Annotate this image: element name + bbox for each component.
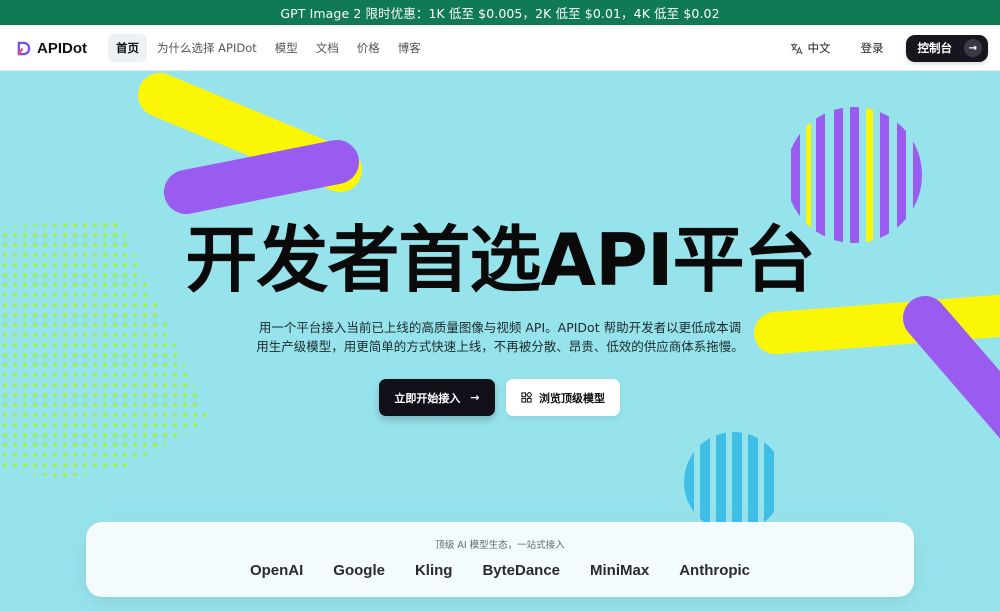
browse-models-button[interactable]: 浏览顶级模型: [506, 379, 620, 416]
language-switcher[interactable]: 中文: [782, 36, 839, 60]
start-integration-label: 立即开始接入: [394, 391, 461, 405]
partners-list: OpenAI Google Kling ByteDance MiniMax An…: [86, 562, 914, 579]
partner-bytedance: ByteDance: [482, 562, 561, 579]
top-nav: APIDot 首页 为什么选择 APIDot 模型 文档 价格 博客 中文 登录…: [0, 25, 1000, 71]
decorative-shapes: [0, 73, 1000, 532]
hero-description: 用一个平台接入当前已上线的高质量图像与视频 API。APIDot 帮助开发者以更…: [250, 318, 750, 356]
nav-link-why-apidot[interactable]: 为什么选择 APIDot: [149, 34, 265, 62]
grid-icon: [521, 392, 532, 403]
nav-link-pricing[interactable]: 价格: [349, 34, 388, 62]
blue-striped-circle-decoration: [684, 432, 784, 532]
nav-actions: 中文 登录 控制台 →: [782, 25, 988, 71]
hero-description-line-2: 用生产级模型，用更简单的方式快速上线，不再被分散、昂贵、低效的供应商体系拖慢。: [256, 339, 744, 354]
nav-link-home[interactable]: 首页: [108, 34, 147, 62]
partner-kling: Kling: [414, 562, 453, 579]
login-link[interactable]: 登录: [851, 36, 894, 60]
nav-link-models[interactable]: 模型: [267, 34, 306, 62]
browse-models-label: 浏览顶级模型: [539, 391, 605, 405]
promo-text: GPT Image 2 限时优惠：1K 低至 $0.005，2K 低至 $0.0…: [280, 6, 720, 21]
arrow-right-icon: →: [964, 39, 982, 57]
nav-link-docs[interactable]: 文档: [308, 34, 347, 62]
crossing-bars-decoration: [138, 73, 362, 214]
partner-openai: OpenAI: [249, 562, 304, 579]
partner-minimax: MiniMax: [590, 562, 650, 579]
start-integration-button[interactable]: 立即开始接入 →: [379, 379, 495, 416]
logo-icon: [17, 41, 31, 55]
promo-banner[interactable]: GPT Image 2 限时优惠：1K 低至 $0.005，2K 低至 $0.0…: [0, 0, 1000, 25]
nav-link-blog[interactable]: 博客: [390, 34, 429, 62]
partners-caption: 顶级 AI 模型生态，一站式接入: [435, 540, 565, 551]
partner-anthropic: Anthropic: [679, 562, 751, 579]
hero-title: 开发者首选API平台: [185, 218, 815, 302]
partners-card: 顶级 AI 模型生态，一站式接入 OpenAI Google Kling Byt…: [86, 522, 914, 597]
console-label: 控制台: [917, 41, 953, 55]
console-button[interactable]: 控制台 →: [905, 34, 988, 62]
right-bars-decoration: [754, 294, 1000, 439]
logo[interactable]: APIDot: [16, 25, 87, 71]
arrow-right-icon: →: [470, 391, 480, 404]
nav-links: 首页 为什么选择 APIDot 模型 文档 价格 博客: [108, 25, 429, 71]
hero-description-line-1: 用一个平台接入当前已上线的高质量图像与视频 API。APIDot 帮助开发者以更…: [258, 320, 742, 335]
logo-text: APIDot: [37, 39, 87, 57]
translate-icon: [790, 42, 803, 54]
language-label: 中文: [807, 41, 831, 55]
partner-google: Google: [333, 562, 385, 579]
